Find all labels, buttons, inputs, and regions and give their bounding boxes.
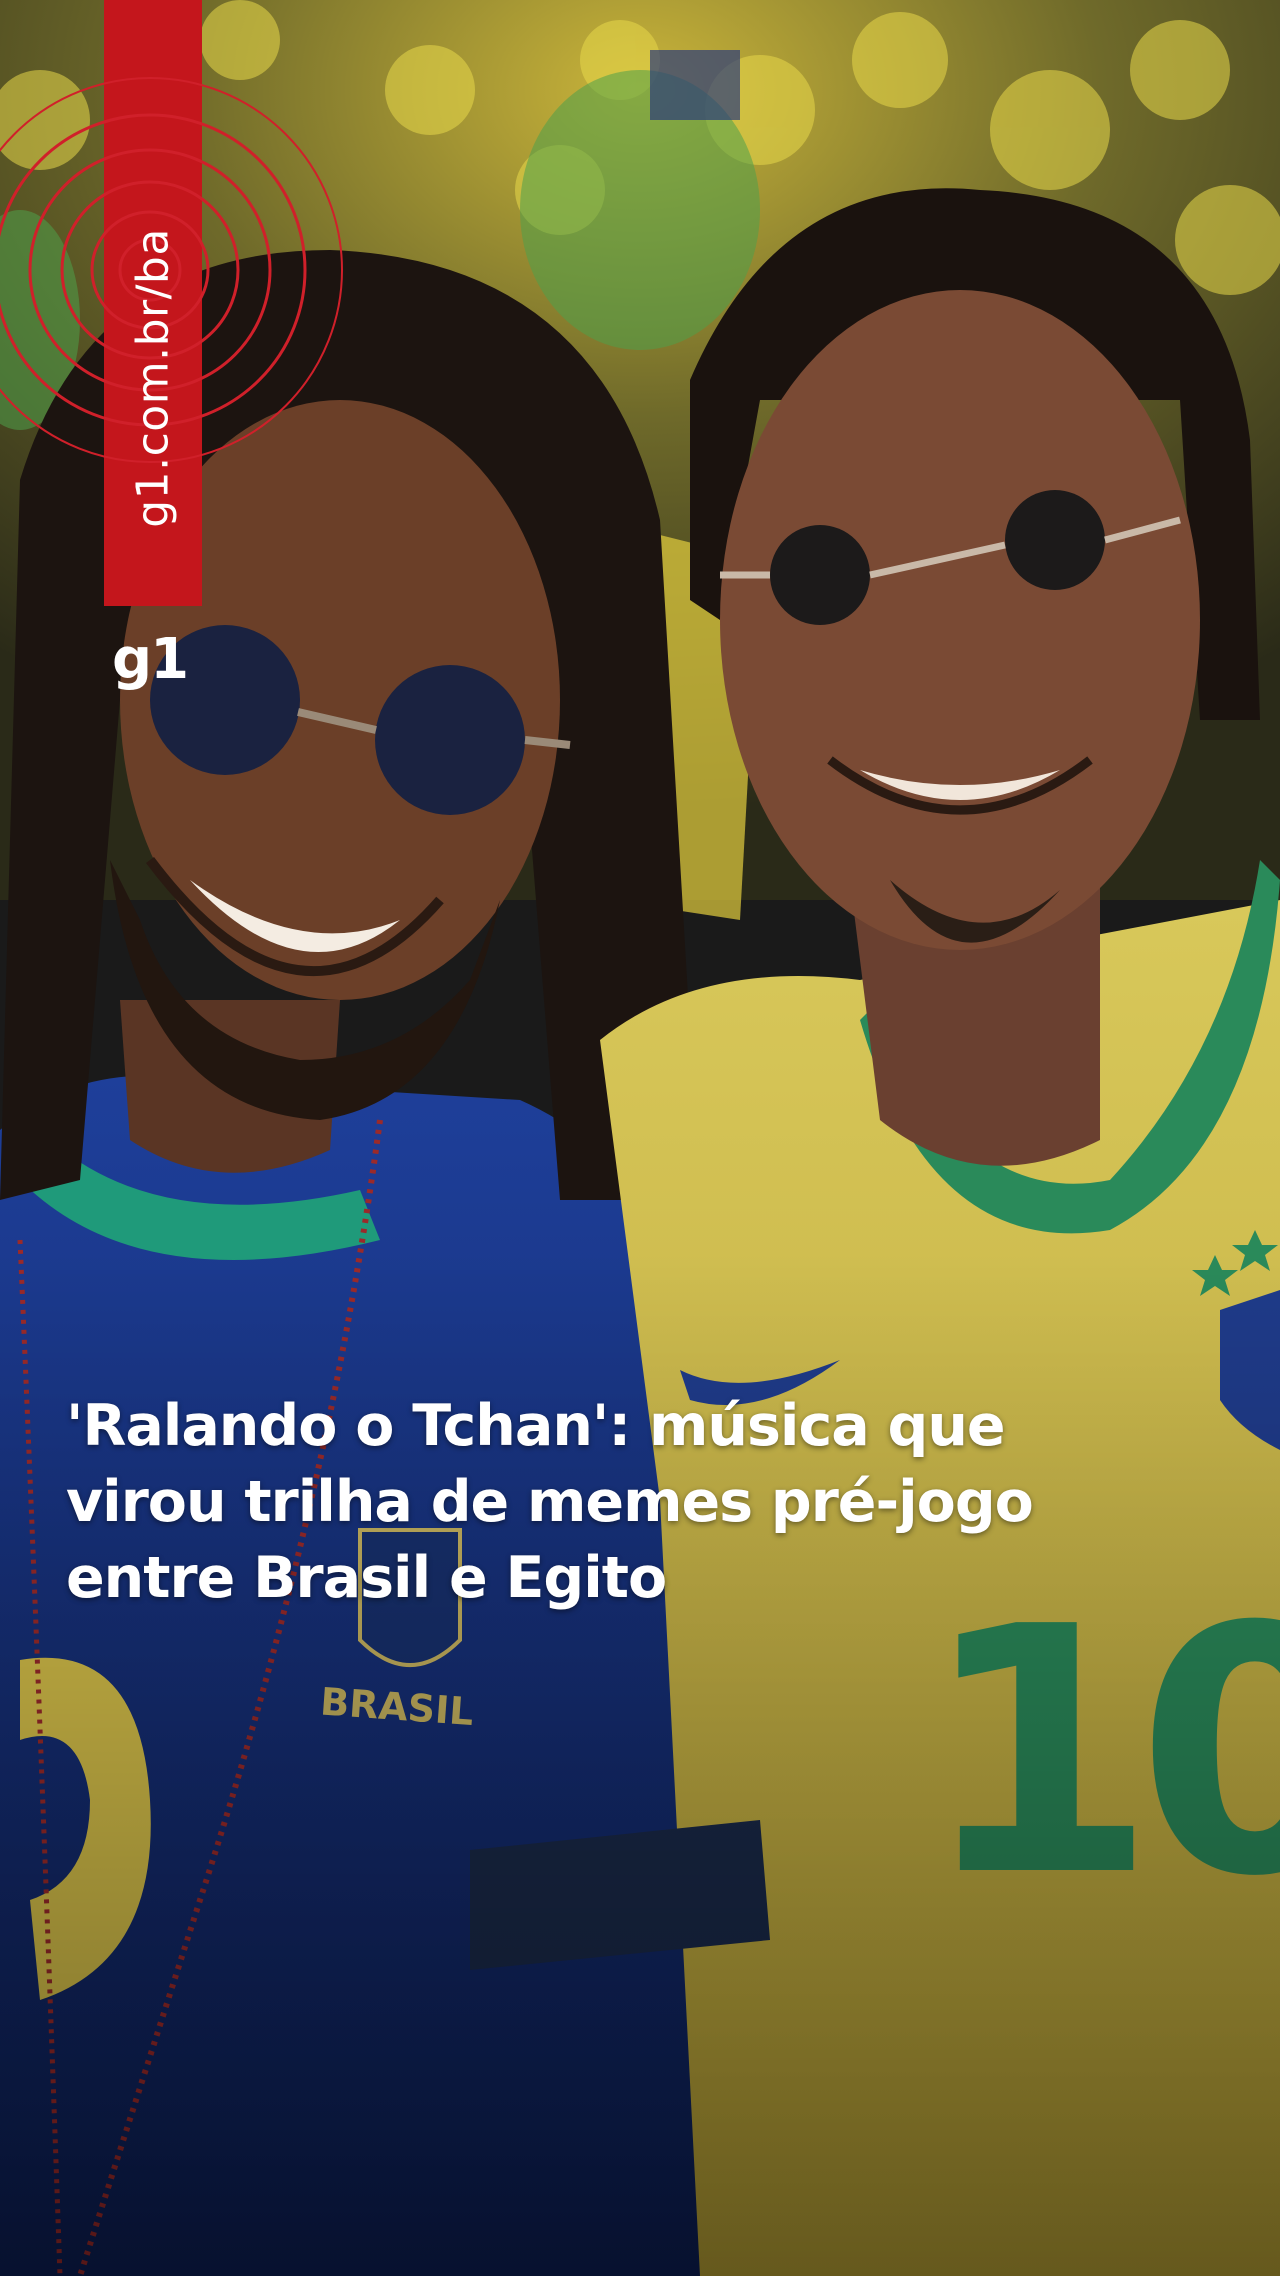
headline-line: entre Brasil e Egito [66,1545,667,1611]
g1-logo: g1 [112,627,189,692]
radio-waves-icon [0,77,343,463]
headline-line: 'Ralando o Tchan': música que [66,1393,1006,1459]
story-frame: BRASIL 10 [0,0,1280,2276]
headline-line: virou trilha de memes pré-jogo [66,1469,1034,1535]
headline: 'Ralando o Tchan': música que virou tril… [66,1388,1246,1616]
brand-url: g1.com.br/ba [127,228,179,528]
